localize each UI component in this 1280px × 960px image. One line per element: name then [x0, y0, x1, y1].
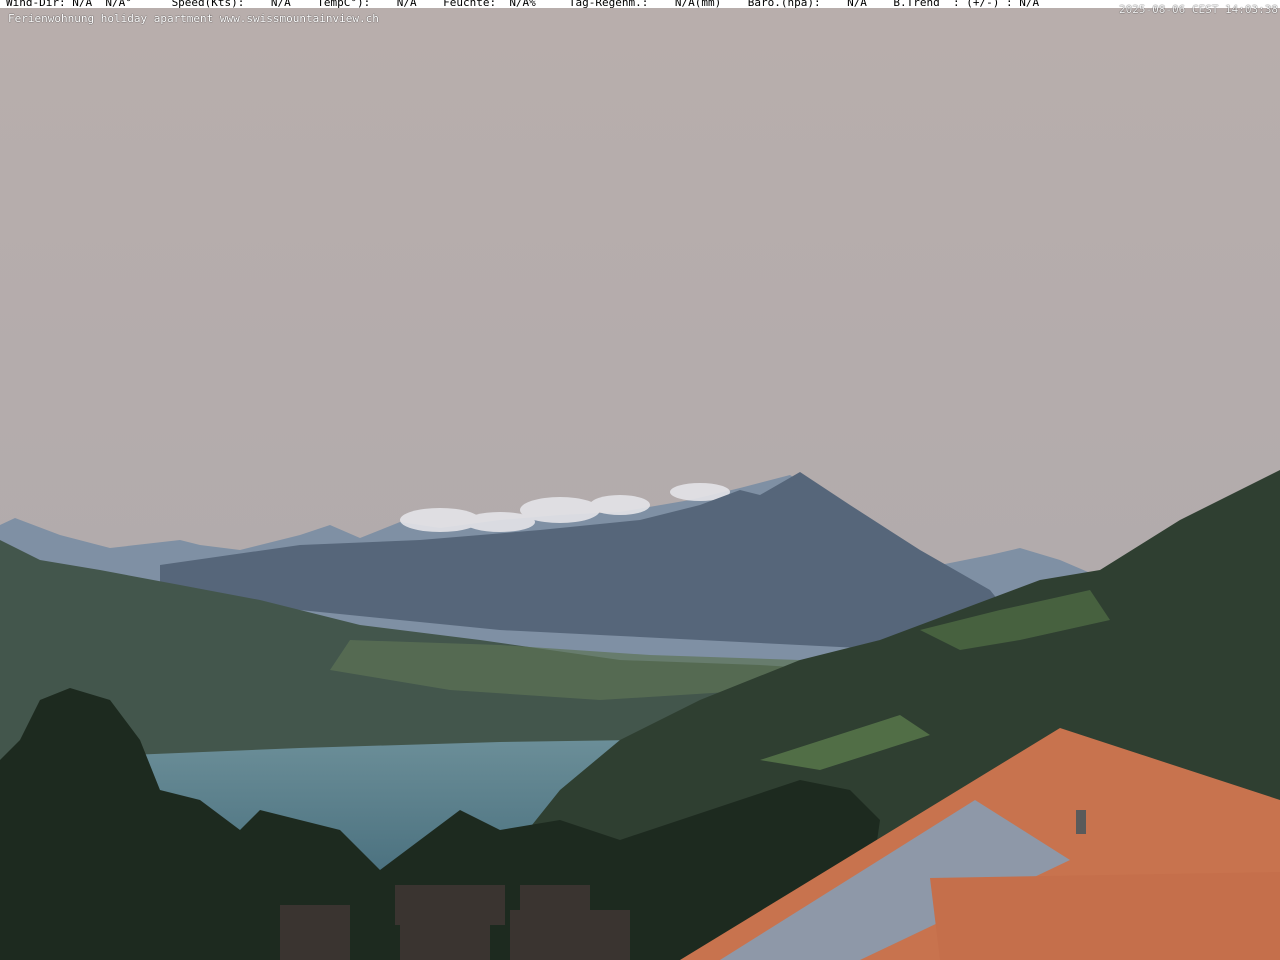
caption: Ferienwohnung holiday apartment www.swis…	[8, 12, 379, 25]
chimney	[1076, 810, 1086, 834]
weather-readout: Wind-Dir: N/A N/A° Speed(Kts): N/A TempC…	[6, 0, 1040, 9]
webcam-scene	[0, 0, 1280, 960]
timestamp: 2025-08-06 CEST 14:03:38	[1119, 3, 1278, 16]
roof-lower	[930, 872, 1280, 960]
